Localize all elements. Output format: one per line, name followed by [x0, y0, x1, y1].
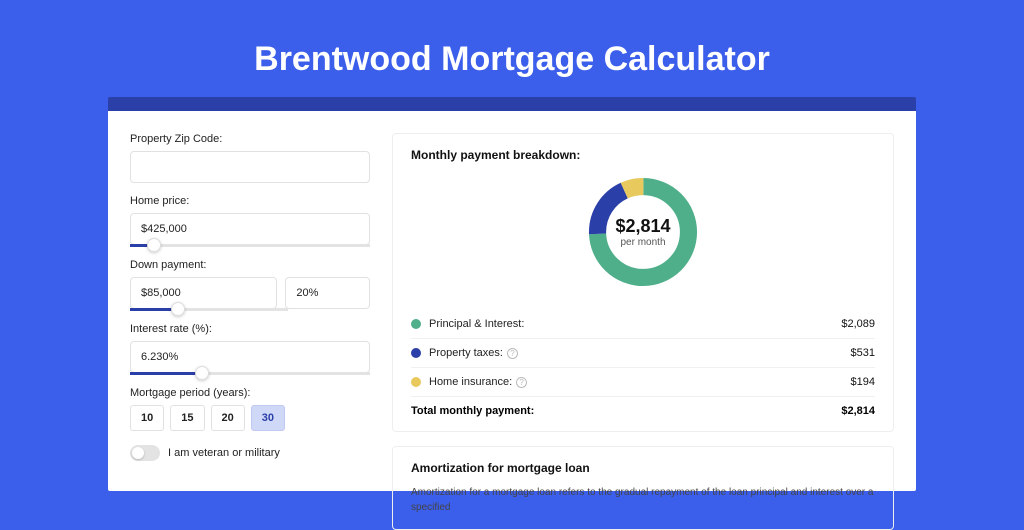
total-row: Total monthly payment: $2,814 — [411, 397, 875, 417]
period-label: Mortgage period (years): — [130, 387, 370, 399]
help-icon[interactable]: ? — [507, 348, 518, 359]
period-30-button[interactable]: 30 — [251, 405, 285, 431]
card-header-bar — [108, 97, 916, 111]
line-value: $531 — [851, 347, 875, 359]
slider-thumb[interactable] — [147, 238, 161, 252]
dot-icon — [411, 348, 421, 358]
zip-input[interactable] — [130, 151, 370, 183]
slider-thumb[interactable] — [171, 302, 185, 316]
period-10-button[interactable]: 10 — [130, 405, 164, 431]
down-payment-input[interactable] — [130, 277, 277, 309]
down-payment-pct-input[interactable] — [285, 277, 370, 309]
dot-icon — [411, 377, 421, 387]
line-label: Principal & Interest: — [429, 318, 841, 330]
breakdown-title: Monthly payment breakdown: — [411, 148, 875, 162]
amortization-panel: Amortization for mortgage loan Amortizat… — [392, 446, 894, 530]
home-price-slider[interactable] — [130, 244, 370, 247]
amortization-title: Amortization for mortgage loan — [411, 461, 875, 475]
line-insurance: Home insurance:? $194 — [411, 368, 875, 397]
veteran-label: I am veteran or military — [168, 447, 280, 459]
slider-thumb[interactable] — [195, 366, 209, 380]
help-icon[interactable]: ? — [516, 377, 527, 388]
line-value: $194 — [851, 376, 875, 388]
interest-input[interactable] — [130, 341, 370, 373]
line-principal: Principal & Interest: $2,089 — [411, 310, 875, 339]
line-label: Property taxes:? — [429, 347, 851, 359]
period-20-button[interactable]: 20 — [211, 405, 245, 431]
donut-sublabel: per month — [620, 237, 665, 248]
total-label: Total monthly payment: — [411, 405, 841, 417]
line-label: Home insurance:? — [429, 376, 851, 388]
breakdown-panel: Monthly payment breakdown: $2,814 per mo… — [392, 133, 894, 432]
calculator-card: Property Zip Code: Home price: Down paym… — [108, 111, 916, 491]
down-payment-label: Down payment: — [130, 259, 370, 271]
home-price-label: Home price: — [130, 195, 370, 207]
breakdown-donut-chart: $2,814 per month — [583, 172, 703, 292]
donut-amount: $2,814 — [615, 216, 670, 237]
results-column: Monthly payment breakdown: $2,814 per mo… — [392, 133, 894, 491]
period-15-button[interactable]: 15 — [170, 405, 204, 431]
line-taxes: Property taxes:? $531 — [411, 339, 875, 368]
interest-label: Interest rate (%): — [130, 323, 370, 335]
interest-slider[interactable] — [130, 372, 370, 375]
form-column: Property Zip Code: Home price: Down paym… — [130, 133, 370, 491]
zip-label: Property Zip Code: — [130, 133, 370, 145]
down-payment-slider[interactable] — [130, 308, 288, 311]
dot-icon — [411, 319, 421, 329]
home-price-input[interactable] — [130, 213, 370, 245]
total-value: $2,814 — [841, 405, 875, 417]
toggle-knob — [132, 447, 144, 459]
page-title: Brentwood Mortgage Calculator — [108, 40, 916, 79]
period-buttons: 10 15 20 30 — [130, 405, 370, 431]
line-value: $2,089 — [841, 318, 875, 330]
veteran-toggle[interactable] — [130, 445, 160, 461]
amortization-text: Amortization for a mortgage loan refers … — [411, 485, 875, 515]
